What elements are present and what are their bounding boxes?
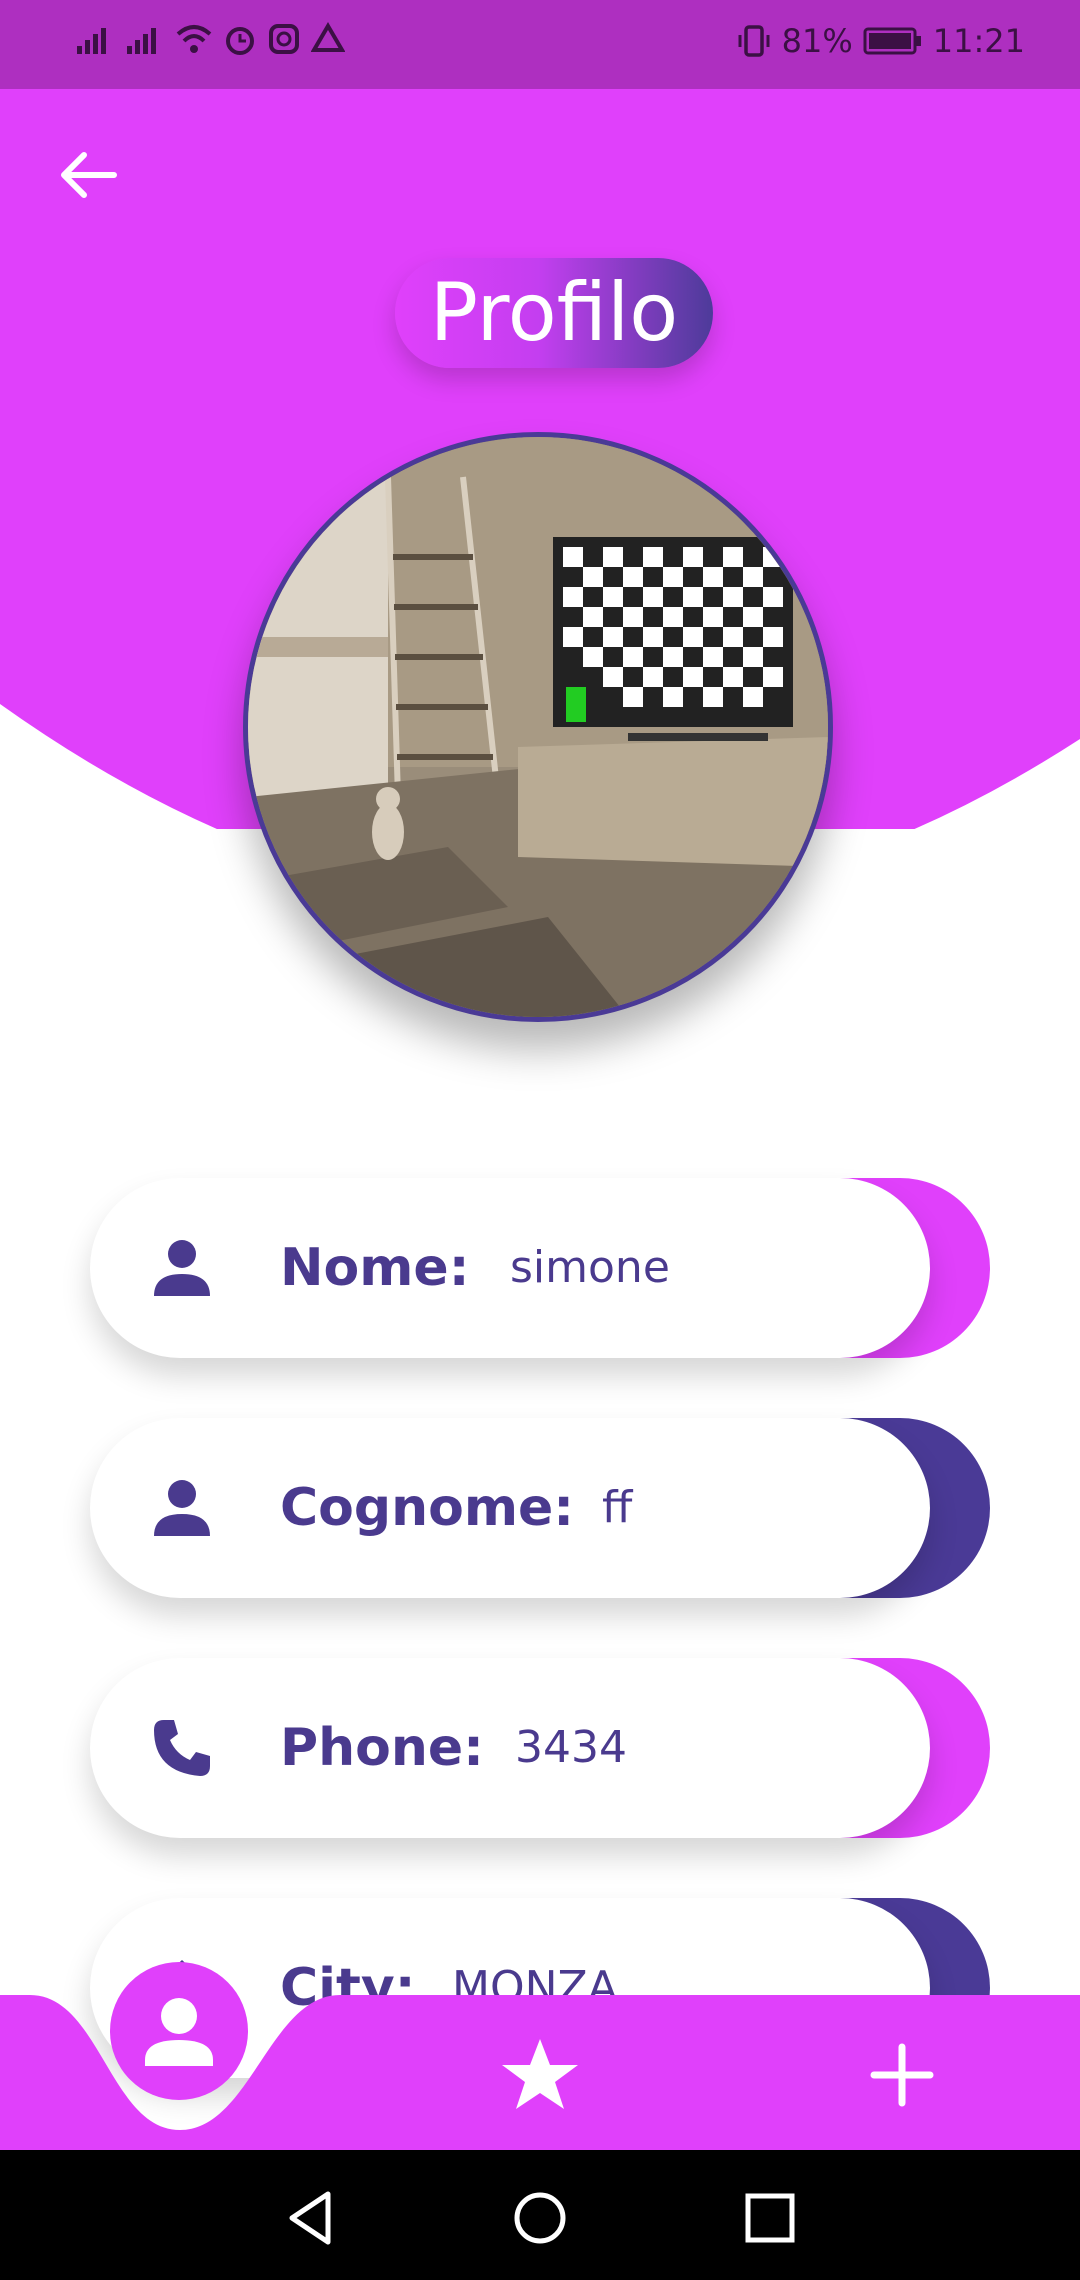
field-label: Cognome: [280,1478,575,1538]
avatar[interactable] [243,432,833,1022]
signal-icon [77,28,106,54]
person-icon [154,1480,210,1536]
page-title: Profilo [429,266,679,359]
field-value: simone [510,1242,670,1293]
field-card-nome[interactable]: Nome: simone [90,1178,990,1358]
arrow-left-icon [61,152,117,198]
avatar-photo [248,437,828,1017]
wifi-icon [176,25,212,53]
status-bar: 81% 11:21 [0,0,1080,89]
plus-icon [870,2043,934,2107]
battery-percent: 81% [781,22,853,60]
phone-icon [154,1720,210,1776]
profile-icon [145,1998,213,2066]
nav-add-button[interactable] [860,2033,944,2117]
status-icons-right: 81% 11:21 [736,22,1025,60]
field-card-cognome[interactable]: Cognome: ff [90,1418,990,1598]
back-button[interactable] [52,145,122,205]
drive-icon [311,22,345,52]
back-nav-icon[interactable] [280,2188,340,2248]
star-icon [502,2039,578,2109]
field-card-phone[interactable]: Phone: 3434 [90,1658,990,1838]
signal-icon [127,28,156,54]
vibrate-icon [738,25,770,57]
person-icon [154,1240,210,1296]
nav-favorites-button[interactable] [498,2033,582,2117]
card-body [90,1658,930,1838]
field-label: Phone: [280,1718,484,1778]
instagram-icon [269,24,299,54]
recents-nav-icon[interactable] [740,2188,800,2248]
nav-profile-button[interactable] [110,1962,248,2100]
field-label: Nome: [280,1238,470,1298]
clock: 11:21 [932,22,1025,60]
status-icons-left [75,22,345,56]
field-value: 3434 [515,1722,627,1773]
battery-icon [863,27,921,55]
home-nav-icon[interactable] [510,2188,570,2248]
field-value: ff [602,1482,633,1533]
alarm-icon [226,27,254,55]
system-nav-bar [0,2150,1080,2280]
